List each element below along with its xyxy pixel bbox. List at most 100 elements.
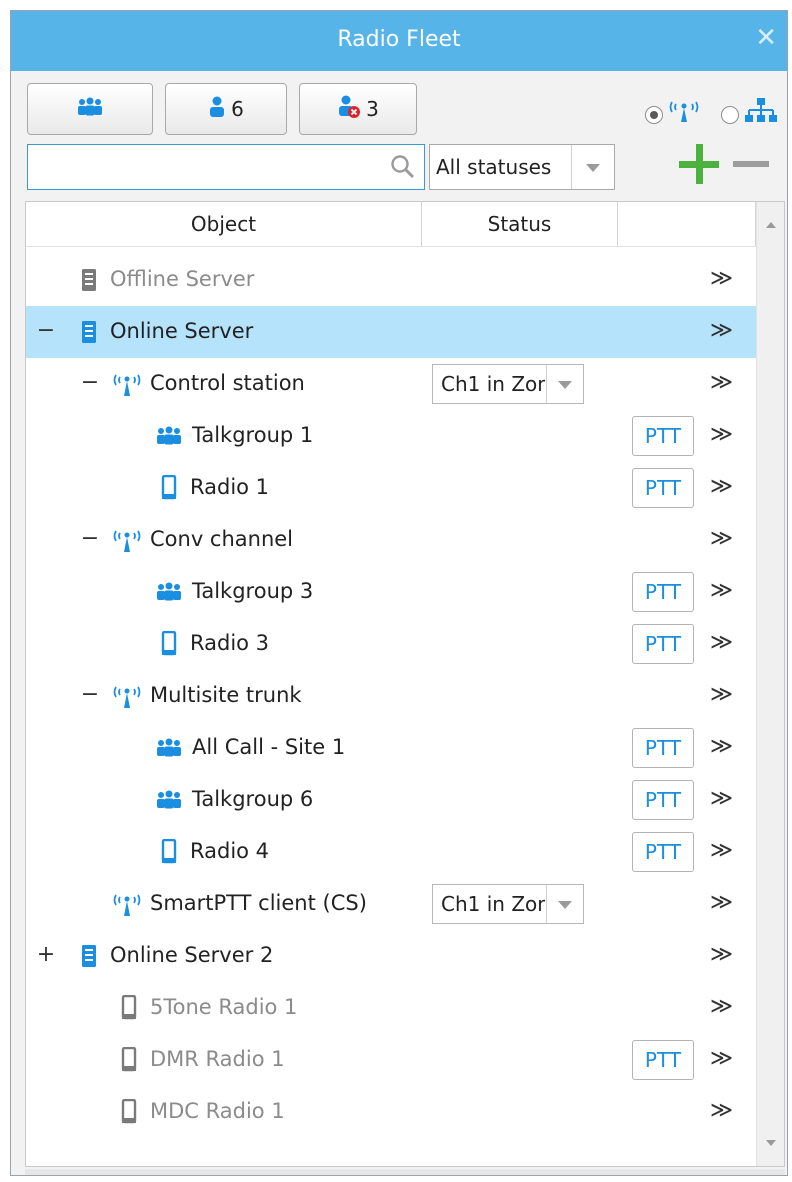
- more-actions-icon[interactable]: ≫: [710, 994, 733, 1020]
- radio-view-option[interactable]: [645, 106, 663, 124]
- tree-row[interactable]: All Call - Site 1 PTT ≫: [26, 722, 756, 774]
- tree-row[interactable]: Talkgroup 6 PTT ≫: [26, 774, 756, 826]
- more-actions-icon[interactable]: ≫: [710, 474, 733, 500]
- search-icon[interactable]: [390, 154, 416, 180]
- ptt-button[interactable]: PTT: [632, 468, 694, 508]
- tree-row-label: Talkgroup 6: [192, 787, 314, 811]
- more-actions-icon[interactable]: ≫: [710, 682, 733, 708]
- ptt-button[interactable]: PTT: [632, 832, 694, 872]
- tree-row[interactable]: − Online Server ≫: [26, 306, 756, 358]
- antenna-icon: [112, 527, 142, 553]
- talkgroup-icon: [154, 787, 184, 813]
- tree-row-label: MDC Radio 1: [150, 1099, 285, 1123]
- tree-row[interactable]: − Conv channel ≫: [26, 514, 756, 566]
- radio-icon: [116, 995, 142, 1021]
- radio-icon: [116, 1099, 142, 1125]
- tree-row[interactable]: 5Tone Radio 1 ≫: [26, 982, 756, 1034]
- tree-row-label: Talkgroup 3: [192, 579, 314, 603]
- column-header-actions[interactable]: [618, 202, 756, 246]
- network-view-icon: [745, 97, 777, 129]
- more-actions-icon[interactable]: ≫: [710, 838, 733, 864]
- tree-row[interactable]: − Control station Ch1 in Zone1 ≫: [26, 358, 756, 410]
- chevron-down-icon[interactable]: [546, 365, 583, 403]
- more-actions-icon[interactable]: ≫: [710, 734, 733, 760]
- vertical-scrollbar[interactable]: [756, 202, 784, 1166]
- status-filter-dropdown[interactable]: All statuses: [429, 144, 615, 190]
- tree-row-label: 5Tone Radio 1: [150, 995, 298, 1019]
- scroll-up-icon[interactable]: [766, 222, 776, 228]
- more-actions-icon[interactable]: ≫: [710, 890, 733, 916]
- online-users-button[interactable]: 6: [165, 83, 287, 135]
- expand-icon[interactable]: +: [36, 942, 56, 968]
- radio-icon: [156, 475, 182, 501]
- offline-users-button[interactable]: 3: [299, 83, 417, 135]
- collapse-icon[interactable]: −: [80, 370, 100, 396]
- tree-row[interactable]: Offline Server ≫: [26, 254, 756, 306]
- more-actions-icon[interactable]: ≫: [710, 318, 733, 344]
- add-icon[interactable]: [679, 144, 719, 184]
- talkgroup-icon: [75, 97, 105, 122]
- more-actions-icon[interactable]: ≫: [710, 1098, 733, 1124]
- more-actions-icon[interactable]: ≫: [710, 942, 733, 968]
- close-icon[interactable]: ✕: [755, 23, 777, 53]
- tree-row[interactable]: DMR Radio 1 PTT ≫: [26, 1034, 756, 1086]
- tree-row[interactable]: Radio 4 PTT ≫: [26, 826, 756, 878]
- talkgroup-icon: [154, 735, 184, 761]
- channel-status-value: Ch1 in Zone1: [441, 892, 545, 916]
- antenna-icon: [112, 891, 142, 917]
- tree-row-label: Radio 4: [190, 839, 270, 863]
- tree-row[interactable]: MDC Radio 1 ≫: [26, 1086, 756, 1138]
- ptt-button[interactable]: PTT: [632, 1040, 694, 1080]
- tree-row[interactable]: − Multisite trunk ≫: [26, 670, 756, 722]
- user-offline-icon: [337, 95, 361, 124]
- channel-status-dropdown[interactable]: Ch1 in Zone1: [432, 884, 584, 924]
- more-actions-icon[interactable]: ≫: [710, 630, 733, 656]
- ptt-button[interactable]: PTT: [632, 572, 694, 612]
- collapse-icon[interactable]: −: [36, 318, 56, 344]
- ptt-button[interactable]: PTT: [632, 780, 694, 820]
- chevron-down-icon[interactable]: [571, 145, 614, 189]
- ptt-button[interactable]: PTT: [632, 624, 694, 664]
- tree-row-label: Online Server 2: [110, 943, 274, 967]
- title-bar: Radio Fleet ✕: [11, 11, 787, 71]
- tree-row[interactable]: Radio 3 PTT ≫: [26, 618, 756, 670]
- column-header-object[interactable]: Object: [26, 202, 422, 246]
- scroll-down-icon[interactable]: [766, 1140, 776, 1146]
- tree-row[interactable]: Talkgroup 1 PTT ≫: [26, 410, 756, 462]
- column-header-status[interactable]: Status: [422, 202, 618, 246]
- user-icon: [208, 96, 226, 123]
- online-count: 6: [231, 97, 244, 121]
- tree-row-label: Multisite trunk: [150, 683, 302, 707]
- tree-row-label: Online Server: [110, 319, 254, 343]
- tree-row-label: Conv channel: [150, 527, 294, 551]
- more-actions-icon[interactable]: ≫: [710, 526, 733, 552]
- server-icon: [76, 267, 102, 293]
- search-input[interactable]: [27, 144, 425, 190]
- talkgroups-filter-button[interactable]: [27, 83, 153, 135]
- antenna-icon: [112, 683, 142, 709]
- tree-row[interactable]: Talkgroup 3 PTT ≫: [26, 566, 756, 618]
- more-actions-icon[interactable]: ≫: [710, 1046, 733, 1072]
- more-actions-icon[interactable]: ≫: [710, 370, 733, 396]
- channel-status-dropdown[interactable]: Ch1 in Zone1: [432, 364, 584, 404]
- ptt-button[interactable]: PTT: [632, 416, 694, 456]
- ptt-button[interactable]: PTT: [632, 728, 694, 768]
- collapse-icon[interactable]: −: [80, 526, 100, 552]
- tree-row[interactable]: + Online Server 2 ≫: [26, 930, 756, 982]
- more-actions-icon[interactable]: ≫: [710, 422, 733, 448]
- tree-row-label: Radio 1: [190, 475, 270, 499]
- chevron-down-icon[interactable]: [546, 885, 583, 923]
- more-actions-icon[interactable]: ≫: [710, 578, 733, 604]
- collapse-icon[interactable]: −: [80, 682, 100, 708]
- tree-row-label: Control station: [150, 371, 305, 395]
- tree-row[interactable]: SmartPTT client (CS) Ch1 in Zone1 ≫: [26, 878, 756, 930]
- network-view-option[interactable]: [721, 106, 739, 124]
- more-actions-icon[interactable]: ≫: [710, 786, 733, 812]
- remove-icon[interactable]: [733, 161, 769, 167]
- antenna-icon: [112, 371, 142, 397]
- radio-fleet-window: Radio Fleet ✕ 6 3 All statuses Object St…: [10, 10, 788, 1176]
- more-actions-icon[interactable]: ≫: [710, 266, 733, 292]
- server-icon: [76, 943, 102, 969]
- tree-row-label: Talkgroup 1: [192, 423, 314, 447]
- tree-row[interactable]: Radio 1 PTT ≫: [26, 462, 756, 514]
